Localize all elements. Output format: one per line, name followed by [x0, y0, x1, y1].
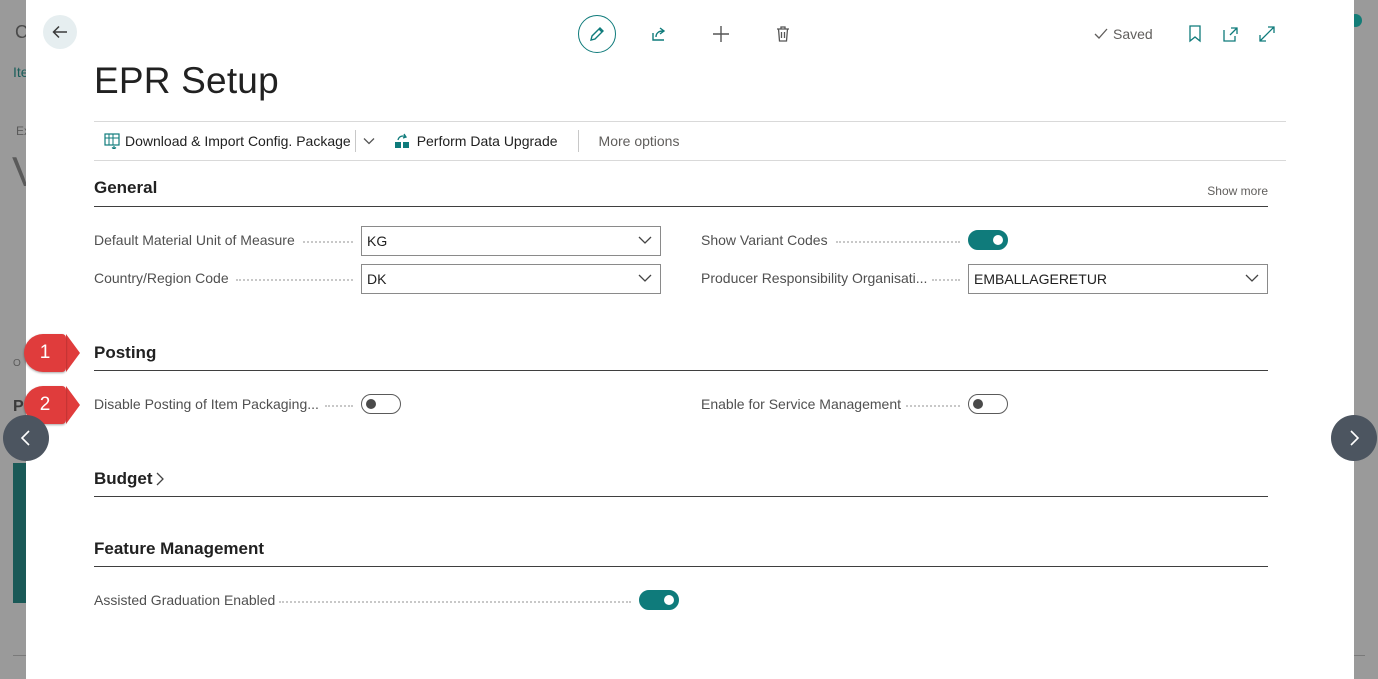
- next-record-button[interactable]: [1331, 415, 1377, 461]
- chevron-right-icon: [156, 472, 164, 486]
- field-leader-dots: [906, 405, 960, 407]
- package-import-icon: [104, 133, 120, 149]
- show-variant-codes-toggle[interactable]: [968, 230, 1008, 250]
- budget-section-header[interactable]: Budget: [94, 469, 165, 489]
- window-controls: [1183, 22, 1279, 46]
- back-button[interactable]: [43, 15, 77, 49]
- country-region-label: Country/Region Code: [94, 270, 229, 286]
- field-leader-dots: [303, 241, 353, 243]
- callout-1-badge: 1: [24, 334, 66, 372]
- chevron-right-icon: [1350, 430, 1360, 446]
- delete-button[interactable]: [764, 15, 802, 53]
- default-uom-value: KG: [367, 233, 388, 249]
- general-section: General Show more: [94, 178, 1268, 207]
- page-toolbar: [578, 15, 802, 53]
- field-leader-dots: [836, 241, 960, 243]
- bookmark-icon: [1189, 25, 1201, 43]
- perform-data-upgrade-label: Perform Data Upgrade: [416, 133, 558, 149]
- field-leader-dots: [932, 279, 960, 281]
- new-button[interactable]: [702, 15, 740, 53]
- callout-1: 1: [24, 334, 80, 372]
- budget-section: Budget: [94, 469, 1268, 497]
- action-bar: Download & Import Config. Package Perfor…: [94, 121, 1286, 161]
- country-region-value: DK: [367, 271, 387, 287]
- open-in-new-window-icon: [1223, 27, 1238, 42]
- disable-posting-label: Disable Posting of Item Packaging...: [94, 396, 319, 412]
- producer-responsibility-label: Producer Responsibility Organisati...: [701, 270, 928, 286]
- download-import-config-package-action[interactable]: Download & Import Config. Package: [94, 127, 355, 155]
- edit-button[interactable]: [578, 15, 616, 53]
- assisted-graduation-toggle[interactable]: [639, 590, 679, 610]
- bookmark-button[interactable]: [1183, 22, 1207, 46]
- assisted-graduation-label: Assisted Graduation Enabled: [94, 592, 276, 608]
- open-new-window-button[interactable]: [1219, 22, 1243, 46]
- posting-section-title[interactable]: Posting: [94, 343, 1268, 363]
- pencil-icon: [590, 27, 604, 41]
- producer-responsibility-select[interactable]: EMBALLAGERETUR: [968, 264, 1268, 294]
- chevron-down-icon: [363, 138, 375, 145]
- perform-data-upgrade-action[interactable]: Perform Data Upgrade: [390, 127, 562, 155]
- checkmark-icon: [1094, 28, 1108, 39]
- saved-label: Saved: [1113, 26, 1153, 42]
- enable-service-management-label: Enable for Service Management: [701, 396, 901, 412]
- chevron-down-icon: [638, 236, 652, 244]
- field-leader-dots: [325, 405, 353, 407]
- background-tiny-text: O: [13, 358, 21, 369]
- default-uom-select[interactable]: KG: [361, 226, 661, 256]
- enable-service-management-toggle[interactable]: [968, 394, 1008, 414]
- data-upgrade-icon: [394, 133, 409, 148]
- field-leader-dots: [236, 279, 353, 281]
- show-variant-codes-label: Show Variant Codes: [701, 232, 828, 248]
- disable-posting-toggle[interactable]: [361, 394, 401, 414]
- feature-management-section: Feature Management: [94, 539, 1268, 567]
- previous-record-button[interactable]: [3, 415, 49, 461]
- general-section-title[interactable]: General: [94, 178, 1268, 198]
- background-tile: [13, 463, 26, 603]
- chevron-left-icon: [20, 430, 30, 446]
- producer-responsibility-value: EMBALLAGERETUR: [974, 271, 1108, 287]
- field-leader-dots: [279, 601, 631, 603]
- expand-button[interactable]: [1255, 22, 1279, 46]
- chevron-down-icon: [1245, 274, 1259, 282]
- more-options-action[interactable]: More options: [579, 133, 692, 149]
- share-icon: [652, 27, 666, 41]
- share-button[interactable]: [640, 15, 678, 53]
- plus-icon: [713, 26, 729, 42]
- trash-icon: [777, 26, 789, 42]
- show-more-link[interactable]: Show more: [1207, 184, 1268, 198]
- page-title: EPR Setup: [94, 60, 279, 101]
- posting-section: Posting: [94, 343, 1268, 371]
- download-import-dropdown[interactable]: [356, 127, 382, 155]
- saved-status: Saved: [1093, 26, 1153, 42]
- expand-icon: [1259, 26, 1275, 42]
- chevron-down-icon: [638, 274, 652, 282]
- default-uom-label: Default Material Unit of Measure: [94, 232, 295, 248]
- country-region-select[interactable]: DK: [361, 264, 661, 294]
- background-section-letter: P: [13, 398, 24, 415]
- feature-management-section-title[interactable]: Feature Management: [94, 539, 1268, 559]
- arrow-left-icon: [52, 25, 67, 39]
- budget-section-title: Budget: [94, 469, 153, 488]
- download-import-label: Download & Import Config. Package: [125, 133, 351, 149]
